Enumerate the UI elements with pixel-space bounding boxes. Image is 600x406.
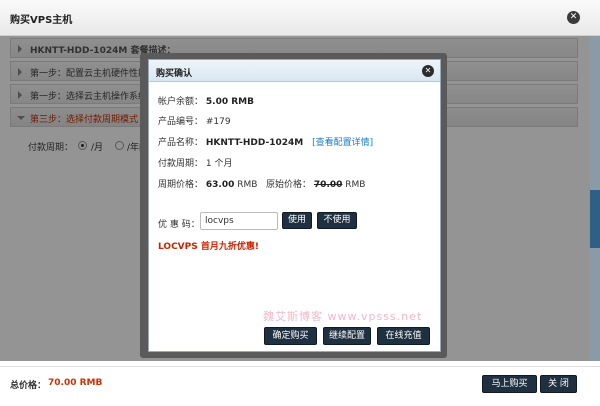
promo-text: LOCVPS 首月九折优惠! — [158, 242, 259, 252]
coupon-label: 优 惠 码： — [158, 220, 200, 230]
buy-now-button[interactable]: 马上购买 — [482, 375, 537, 393]
orig-price-label: 原始价格： — [266, 180, 312, 190]
coupon-use-button[interactable]: 使用 — [282, 212, 312, 229]
dialog-titlebar: 购买VPS主机 ✕ — [0, 0, 600, 36]
dialog-close-icon[interactable]: ✕ — [567, 11, 580, 24]
total-price-value: 70.00 RMB — [48, 378, 103, 388]
online-recharge-button[interactable]: 在线充值 — [377, 327, 430, 345]
balance-value: 5.00 RMB — [205, 97, 254, 107]
purchase-confirm-modal: 购买确认 ✕ 帐户余额： 5.00 RMB 产品编号： #179 产品名称： H… — [148, 59, 441, 352]
price-label: 周期价格： — [158, 180, 204, 190]
balance-label: 帐户余额： — [158, 97, 204, 107]
watermark: 魏艾斯博客 www.vpsss.net — [263, 310, 423, 323]
product-id-label: 产品编号： — [158, 117, 204, 127]
orig-price-unit: RMB — [345, 180, 366, 190]
product-name-row: 产品名称： HKNTT-HDD-1024M [查看配置详情] — [158, 135, 373, 148]
modal-close-icon[interactable]: ✕ — [422, 65, 434, 77]
period-row: 付款周期： 1 个月 — [158, 156, 232, 169]
coupon-nouse-button[interactable]: 不使用 — [317, 212, 357, 229]
balance-row: 帐户余额： 5.00 RMB — [158, 94, 254, 107]
product-id-row: 产品编号： #179 — [158, 114, 231, 127]
dialog-title: 购买VPS主机 — [10, 15, 73, 26]
total-price-label: 总价格： — [10, 381, 47, 391]
price-unit: RMB — [237, 180, 258, 190]
price-value: 63.00 — [205, 180, 235, 190]
coupon-input[interactable] — [200, 212, 278, 230]
footer-divider — [0, 366, 600, 367]
modal-header: 购买确认 ✕ — [149, 60, 440, 82]
continue-config-button[interactable]: 继续配置 — [323, 327, 371, 345]
product-id-value: #179 — [205, 117, 231, 127]
close-button[interactable]: 关 闭 — [540, 375, 577, 393]
modal-title: 购买确认 — [156, 69, 193, 79]
product-name-value: HKNTT-HDD-1024M — [205, 138, 304, 148]
confirm-purchase-button[interactable]: 确定购买 — [264, 327, 317, 345]
period-label: 付款周期： — [158, 159, 204, 169]
view-config-link[interactable]: [查看配置详情] — [312, 138, 373, 148]
period-value: 1 个月 — [205, 159, 233, 169]
right-scroll-strip — [590, 36, 600, 361]
product-name-label: 产品名称： — [158, 138, 204, 148]
price-row: 周期价格： 63.00 RMB 原始价格： 70.00 RMB — [158, 177, 365, 190]
orig-price-value: 70.00 — [313, 180, 343, 190]
